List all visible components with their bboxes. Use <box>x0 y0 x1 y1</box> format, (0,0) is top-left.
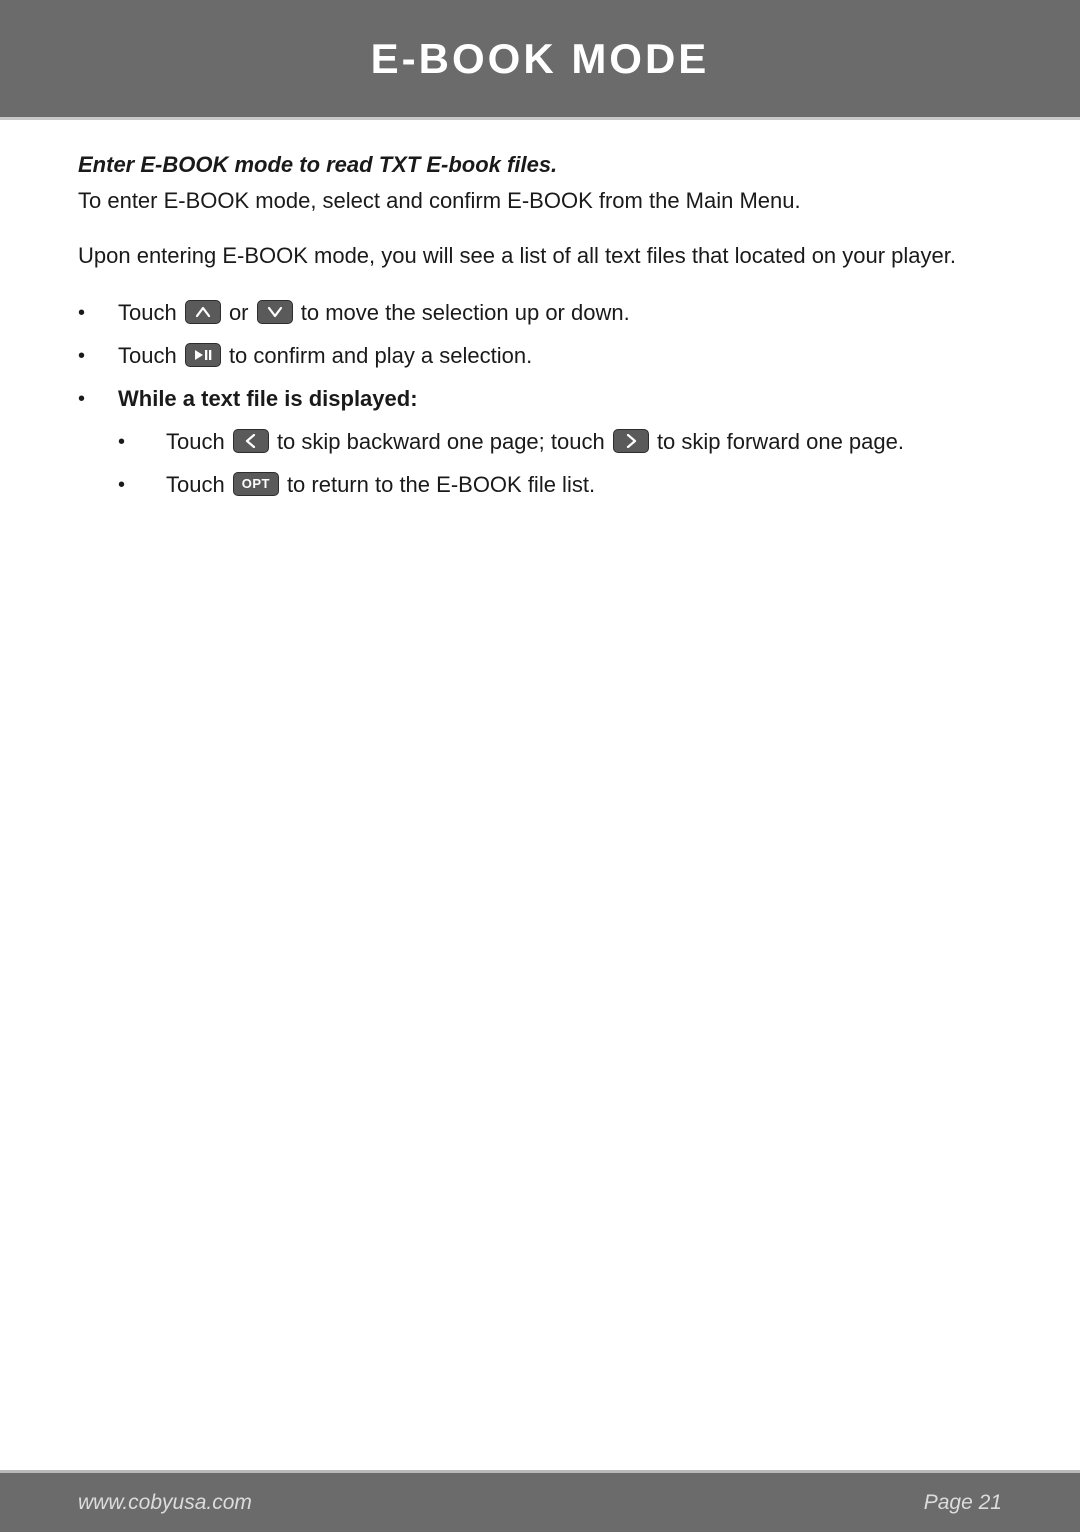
text-fragment: Touch <box>166 429 231 454</box>
text-fragment: or <box>223 300 255 325</box>
footer-page-number: Page 21 <box>924 1491 1002 1515</box>
list-item: Touch or to move the selection up or dow… <box>78 296 1002 329</box>
text-fragment: Touch <box>118 300 183 325</box>
list-item: Touch OPT to return to the E-BOOK file l… <box>118 468 1002 501</box>
intro-heading: Enter E-BOOK mode to read TXT E-book fil… <box>78 152 1002 178</box>
intro-paragraph-2: Upon entering E-BOOK mode, you will see … <box>78 241 1002 272</box>
text-fragment: to return to the E-BOOK file list. <box>281 472 595 497</box>
right-arrow-icon <box>613 429 649 453</box>
footer-url: www.cobyusa.com <box>78 1491 252 1515</box>
text-fragment: to skip backward one page; touch <box>271 429 611 454</box>
header-band: E-BOOK MODE <box>0 0 1080 120</box>
opt-button-icon: OPT <box>233 472 279 496</box>
page-title: E-BOOK MODE <box>371 35 710 83</box>
text-fragment: to move the selection up or down. <box>295 300 630 325</box>
footer-band: www.cobyusa.com Page 21 <box>0 1470 1080 1532</box>
left-arrow-icon <box>233 429 269 453</box>
text-fragment: to skip forward one page. <box>651 429 904 454</box>
down-arrow-icon <box>257 300 293 324</box>
intro-paragraph-1: To enter E-BOOK mode, select and confirm… <box>78 186 1002 217</box>
text-fragment: to confirm and play a selection. <box>223 343 532 368</box>
instruction-list: Touch or to move the selection up or dow… <box>78 296 1002 511</box>
content-area: Enter E-BOOK mode to read TXT E-book fil… <box>0 120 1080 511</box>
text-fragment: Touch <box>166 472 231 497</box>
play-pause-icon <box>185 343 221 367</box>
nested-instruction-list: Touch to skip backward one page; touch t… <box>118 425 1002 501</box>
text-fragment: Touch <box>118 343 183 368</box>
list-item: While a text file is displayed: Touch to… <box>78 382 1002 511</box>
list-item: Touch to skip backward one page; touch t… <box>118 425 1002 458</box>
up-arrow-icon <box>185 300 221 324</box>
list-item: Touch to confirm and play a selection. <box>78 339 1002 372</box>
subheading: While a text file is displayed: <box>118 386 418 411</box>
